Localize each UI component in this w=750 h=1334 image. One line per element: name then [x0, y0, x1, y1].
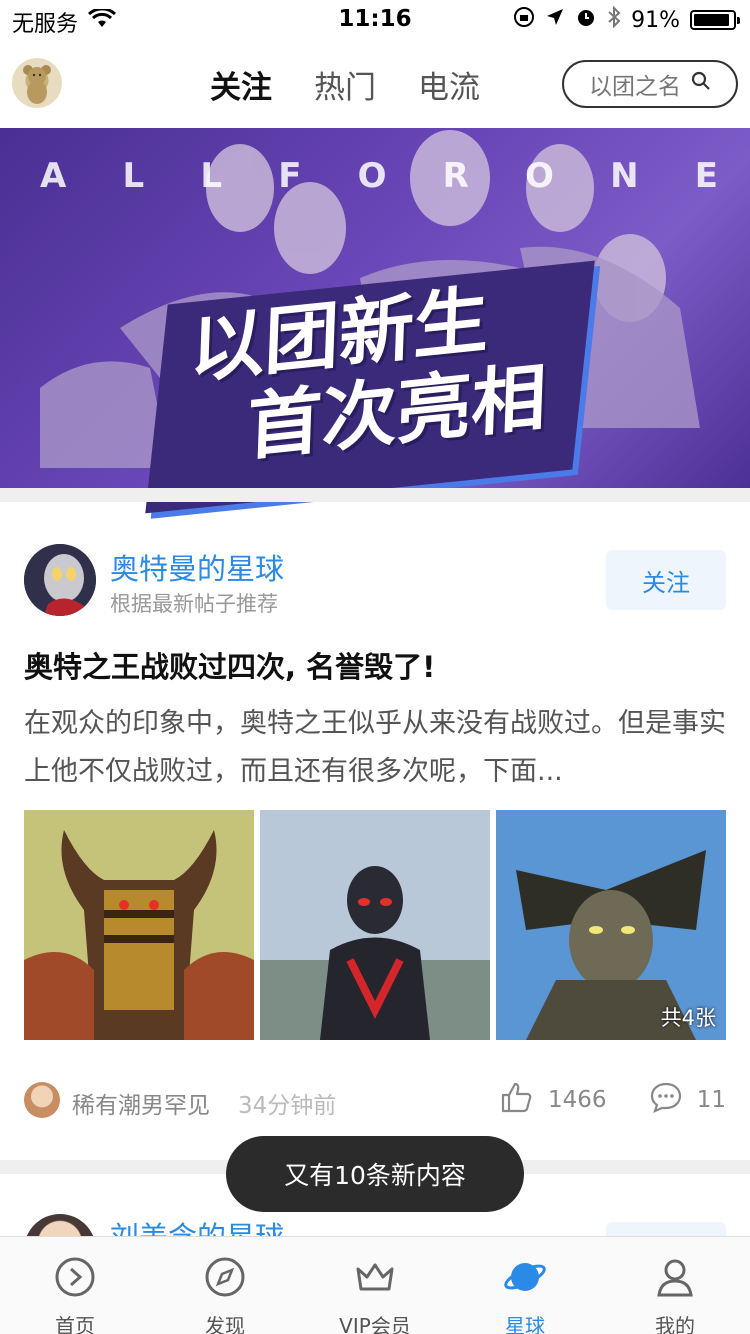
banner-letter: L	[122, 156, 147, 196]
post-image[interactable]: 共4张	[496, 810, 726, 1040]
nav-label: 星球	[505, 1314, 545, 1334]
nav-home[interactable]: 首页	[0, 1237, 150, 1334]
banner-letter: E	[694, 156, 720, 196]
comment-count: 11	[696, 1087, 726, 1113]
nav-vip[interactable]: VIP会员	[300, 1237, 450, 1334]
battery-percent: 91%	[631, 7, 680, 33]
section-divider	[0, 488, 750, 502]
banner-letter: O	[525, 156, 556, 196]
post-excerpt[interactable]: 在观众的印象中，奥特之王似乎从来没有战败过。但是事实上他不仅战败过，而且还有很多…	[24, 700, 729, 796]
crown-icon	[353, 1255, 397, 1310]
comment-icon	[649, 1080, 683, 1120]
nav-planet[interactable]: 星球	[450, 1237, 600, 1334]
post-image[interactable]	[24, 810, 254, 1040]
like-button[interactable]: 1466	[500, 1080, 607, 1120]
nav-discover[interactable]: 发现	[150, 1237, 300, 1334]
banner-letter: R	[442, 156, 471, 196]
rotation-lock-icon	[513, 6, 535, 34]
post-time: 34分钟前	[238, 1093, 337, 1119]
top-header: 关注 热门 电流 以团之名	[0, 40, 750, 128]
bluetooth-icon	[607, 5, 621, 34]
channel-avatar[interactable]	[24, 544, 96, 616]
planet-icon	[503, 1255, 547, 1310]
banner-tagline: A L L F O R O N E	[40, 156, 720, 196]
tab-current[interactable]: 电流	[418, 62, 480, 107]
nav-profile[interactable]: 我的	[600, 1237, 750, 1334]
banner-letter: O	[357, 156, 389, 196]
tab-follow[interactable]: 关注	[210, 62, 272, 107]
author-name[interactable]: 稀有潮男罕见	[72, 1086, 210, 1120]
author-avatar[interactable]	[24, 1082, 60, 1118]
new-content-toast[interactable]: 又有10条新内容	[226, 1136, 524, 1212]
search-icon	[691, 71, 711, 97]
follow-button[interactable]: 关注	[606, 550, 726, 610]
comment-button[interactable]: 11	[649, 1080, 726, 1120]
battery-level	[694, 14, 729, 26]
tab-hot[interactable]: 热门	[314, 62, 376, 107]
profile-icon	[653, 1255, 697, 1310]
banner-letter: N	[610, 156, 641, 196]
battery-icon	[690, 10, 740, 30]
bottom-nav: 首页 发现 VIP会员 星球 我的	[0, 1236, 750, 1334]
like-count: 1466	[548, 1087, 607, 1113]
banner-letter: L	[200, 156, 225, 196]
alarm-icon	[575, 6, 597, 34]
status-bar: 无服务 11:16 91%	[0, 0, 750, 40]
search-placeholder: 以团之名	[589, 74, 681, 100]
thumbs-up-icon	[500, 1080, 534, 1120]
recommend-reason: 根据最新帖子推荐	[110, 592, 278, 616]
post-title[interactable]: 奥特之王战败过四次, 名誉毁了!	[24, 644, 435, 686]
feed-tabs: 关注 热门 电流	[210, 62, 480, 107]
nav-label: VIP会员	[339, 1314, 411, 1334]
image-count: 共4张	[660, 1006, 716, 1030]
play-circle-icon	[53, 1255, 97, 1310]
location-icon	[545, 7, 565, 33]
post-image[interactable]	[260, 810, 490, 1040]
search-box[interactable]: 以团之名	[562, 60, 738, 108]
teddy-bear-avatar[interactable]	[12, 58, 62, 108]
banner-letter: F	[278, 156, 304, 196]
nav-label: 发现	[205, 1314, 245, 1334]
nav-label: 首页	[55, 1314, 95, 1334]
post-meta: 稀有潮男罕见 34分钟前 1466 11	[24, 1080, 726, 1120]
channel-name[interactable]: 奥特曼的星球	[110, 546, 284, 588]
compass-icon	[203, 1255, 247, 1310]
banner-letter: A	[40, 156, 69, 196]
nav-label: 我的	[655, 1314, 695, 1334]
